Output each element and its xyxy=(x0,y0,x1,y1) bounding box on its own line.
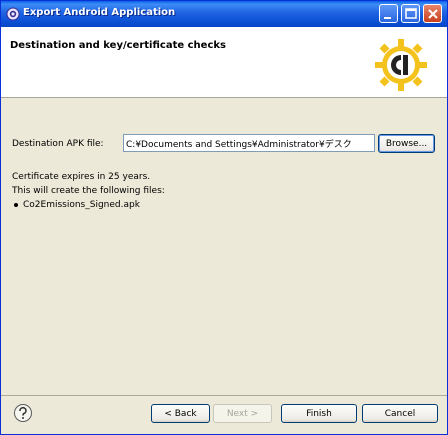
page-title: Destination and key/certificate checks xyxy=(10,40,226,51)
cancel-button[interactable]: Cancel xyxy=(362,404,438,423)
maximize-icon xyxy=(405,8,417,19)
close-icon xyxy=(428,9,438,19)
next-button[interactable]: Next > xyxy=(213,404,272,423)
minimize-button[interactable] xyxy=(379,4,398,23)
file-list-item: Co2Emissions_Signed.apk xyxy=(12,200,140,210)
minimize-icon xyxy=(384,17,391,19)
help-icon[interactable] xyxy=(13,403,33,423)
maximize-button[interactable] xyxy=(401,4,420,23)
destination-apk-input[interactable] xyxy=(123,134,375,152)
title-bar[interactable]: Export Android Application xyxy=(1,1,447,27)
finish-button[interactable]: Finish xyxy=(281,404,357,423)
files-intro-text: This will create the following files: xyxy=(12,186,165,196)
eclipse-icon xyxy=(6,7,20,21)
footer-divider xyxy=(1,395,447,396)
android-tools-logo-icon xyxy=(371,37,431,93)
browse-button[interactable]: Browse... xyxy=(378,134,435,153)
file-name: Co2Emissions_Signed.apk xyxy=(23,200,140,210)
wizard-banner: Destination and key/certificate checks xyxy=(1,27,447,98)
close-button[interactable] xyxy=(423,4,442,23)
bullet-icon xyxy=(14,202,18,207)
certificate-expiry-text: Certificate expires in 25 years. xyxy=(12,172,151,182)
back-button[interactable]: < Back xyxy=(151,404,210,423)
destination-label: Destination APK file: xyxy=(12,139,104,149)
export-wizard-window: Export Android Application Destination a… xyxy=(0,0,448,435)
window-title: Export Android Application xyxy=(23,7,176,18)
